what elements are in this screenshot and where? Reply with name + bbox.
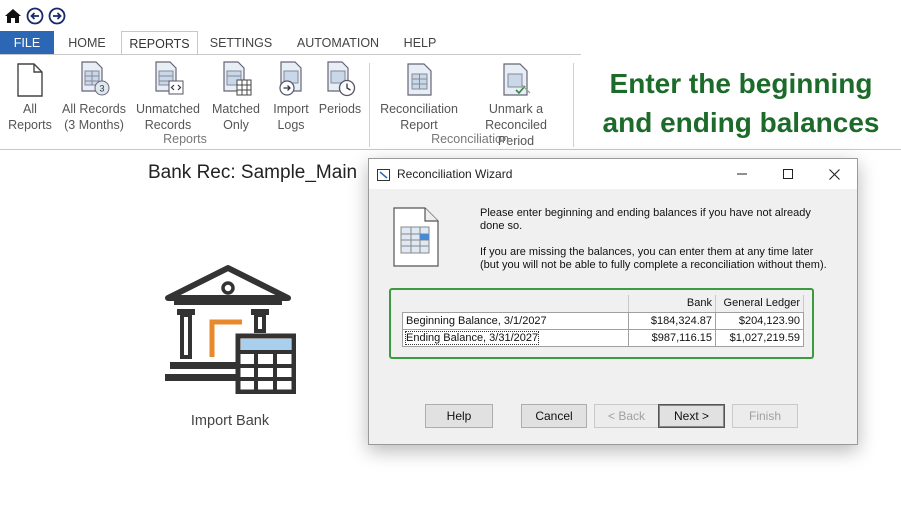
spreadsheet-document-icon (393, 207, 439, 272)
table-row: Ending Balance, 3/31/2027 $987,116.15 $1… (402, 328, 804, 347)
unmatched-records-button[interactable]: Unmatched Records (134, 59, 202, 133)
beginning-balance-label: Beginning Balance, 3/1/2027 (402, 311, 629, 330)
matched-only-label-2: Only (223, 118, 249, 132)
message-line-2: done so. (480, 220, 523, 232)
ending-balance-label-text: Ending Balance, 3/31/2027 (404, 330, 540, 345)
unmark-period-label-1: Unmark a (488, 102, 544, 116)
wizard-window-icon (377, 168, 390, 186)
all-records-label-1: All Records (62, 102, 126, 116)
matched-only-label-1: Matched (212, 102, 260, 116)
bank-building-icon[interactable] (160, 262, 297, 399)
ribbon-group-separator (369, 63, 370, 147)
close-button[interactable] (811, 159, 857, 189)
tab-home[interactable]: HOME (58, 31, 116, 55)
tab-file[interactable]: FILE (0, 31, 54, 55)
reconciliation-report-button[interactable]: Reconciliation Report (376, 59, 462, 133)
reconciliation-group-label: Reconciliation (431, 132, 509, 146)
message-line-1: Please enter beginning and ending balanc… (480, 207, 811, 219)
ending-bank-input[interactable]: $987,116.15 (628, 328, 716, 347)
svg-text:3: 3 (99, 84, 104, 94)
reports-group-label: Reports (163, 132, 207, 146)
quick-access-toolbar (4, 6, 66, 26)
import-bank-label[interactable]: Import Bank (170, 413, 290, 429)
instruction-callout: Enter the beginning and ending balances (581, 52, 901, 147)
grid-header-general-ledger: General Ledger (715, 295, 804, 313)
records-calendar-icon: 3 (60, 59, 128, 97)
tab-automation[interactable]: AUTOMATION (292, 31, 384, 55)
reconciliation-report-label-1: Reconciliation (380, 102, 458, 116)
callout-line-1: Enter the beginning (609, 68, 873, 99)
help-button[interactable]: Help (425, 404, 493, 428)
message-line-4: (but you will not be able to fully compl… (480, 259, 827, 271)
import-logs-button[interactable]: Import Logs (266, 59, 316, 133)
all-records-label-2: (3 Months) (64, 118, 124, 132)
reconciliation-report-icon (376, 59, 462, 97)
reconciliation-wizard-dialog: Reconciliation Wizard Please enter begin… (368, 158, 858, 445)
maximize-button[interactable] (765, 159, 811, 189)
periods-button[interactable]: Periods (318, 59, 362, 117)
unmatched-records-label-1: Unmatched (136, 102, 200, 116)
cancel-button[interactable]: Cancel (521, 404, 587, 428)
balances-highlight: Bank General Ledger Beginning Balance, 3… (389, 288, 814, 359)
tab-help[interactable]: HELP (396, 31, 444, 55)
import-logs-label-1: Import (273, 102, 309, 116)
forward-arrow-icon[interactable] (48, 7, 66, 25)
ribbon-group-separator-2 (573, 63, 574, 147)
import-logs-label-2: Logs (277, 118, 305, 132)
dialog-title: Reconciliation Wizard (397, 167, 513, 181)
reconciliation-report-label-2: Report (400, 118, 438, 132)
back-arrow-icon[interactable] (26, 7, 44, 25)
matched-only-button[interactable]: Matched Only (208, 59, 264, 133)
beginning-bank-input[interactable]: $184,324.87 (628, 311, 716, 330)
all-reports-label-1: All (23, 102, 37, 116)
all-reports-label-2: Reports (8, 118, 52, 132)
finish-button[interactable]: Finish (732, 404, 798, 428)
grid-header-bank: Bank (628, 295, 716, 313)
callout-line-2: and ending balances (602, 107, 880, 138)
grid-header-blank (402, 295, 629, 313)
ending-gl-input[interactable]: $1,027,219.59 (715, 328, 804, 347)
next-button[interactable]: Next > (658, 404, 725, 428)
dialog-titlebar[interactable]: Reconciliation Wizard (369, 159, 857, 189)
import-logs-icon (266, 59, 316, 97)
ending-balance-label: Ending Balance, 3/31/2027 (402, 328, 629, 347)
page-title: Bank Rec: Sample_Main (148, 162, 358, 183)
table-row: Beginning Balance, 3/1/2027 $184,324.87 … (402, 311, 804, 330)
balances-grid: Bank General Ledger Beginning Balance, 3… (402, 295, 804, 347)
beginning-gl-input[interactable]: $204,123.90 (715, 311, 804, 330)
unmatched-icon (134, 59, 202, 97)
matched-icon (208, 59, 264, 97)
back-button[interactable]: < Back (594, 404, 659, 428)
tab-settings[interactable]: SETTINGS (205, 31, 277, 55)
clock-icon (318, 59, 362, 97)
home-icon[interactable] (4, 7, 22, 25)
message-line-3: If you are missing the balances, you can… (480, 246, 814, 258)
tab-reports[interactable]: REPORTS (121, 31, 198, 56)
periods-label: Periods (318, 102, 362, 116)
unmatched-records-label-2: Records (144, 118, 192, 132)
unmark-period-icon (466, 59, 566, 97)
document-icon (4, 59, 56, 97)
minimize-button[interactable] (719, 159, 765, 189)
all-reports-button[interactable]: All Reports (4, 59, 56, 133)
all-records-button[interactable]: 3 All Records (3 Months) (60, 59, 128, 133)
